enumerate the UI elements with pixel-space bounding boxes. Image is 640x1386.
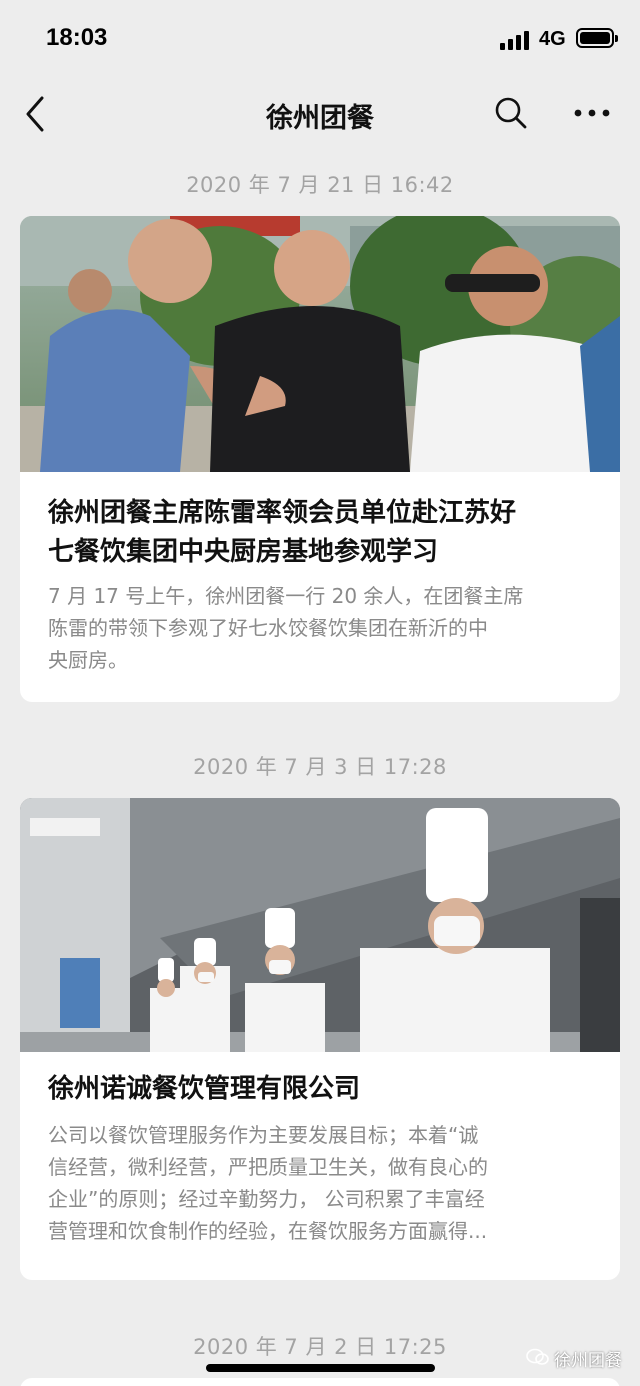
search-button[interactable] (492, 94, 530, 132)
article-summary-line: 陈雷的带领下参观了好七水饺餐饮集团在新沂的中 (48, 616, 488, 640)
home-indicator[interactable] (206, 1364, 435, 1372)
more-button[interactable] (572, 94, 612, 132)
article-title-line: 七餐饮集团中央厨房基地参观学习 (48, 537, 439, 567)
article-summary-line: 公司以餐饮管理服务作为主要发展目标；本着“诚 (48, 1123, 479, 1147)
nav-bar: 徐州团餐 (0, 78, 640, 150)
article-card[interactable]: 徐州团餐主席陈雷率领会员单位赴江苏好 七餐饮集团中央厨房基地参观学习 7 月 1… (20, 216, 620, 702)
search-icon (495, 97, 527, 129)
article-date: 2020 年 7 月 21 日 16:42 (186, 173, 454, 197)
signal-icon (500, 30, 532, 50)
article-summary-line: 营管理和饮食制作的经验，在餐饮服务方面赢得... (48, 1219, 488, 1243)
article-title-line: 徐州团餐主席陈雷率领会员单位赴江苏好 (48, 498, 517, 528)
article-summary-line: 央厨房。 (48, 648, 128, 672)
battery-icon (576, 28, 618, 48)
article-summary-line: 信经营，微利经营，严把质量卫生关，做有良心的 (48, 1155, 488, 1179)
article-cover-image (20, 216, 620, 472)
watermark-text: 徐州团餐 (554, 1351, 622, 1371)
network-label: 4G (539, 28, 566, 50)
article-title-line: 徐州诺诚餐饮管理有限公司 (48, 1074, 361, 1104)
wechat-icon (526, 1348, 549, 1365)
article-card[interactable] (20, 1378, 620, 1386)
article-summary-line: 企业”的原则；经过辛勤努力， 公司积累了丰富经 (48, 1187, 485, 1211)
article-cover-image (20, 798, 620, 1052)
page-title: 徐州团餐 (266, 103, 374, 134)
article-summary-line: 7 月 17 号上午，徐州团餐一行 20 余人，在团餐主席 (48, 584, 524, 608)
article-card[interactable]: 徐州诺诚餐饮管理有限公司 公司以餐饮管理服务作为主要发展目标；本着“诚 信经营，… (20, 798, 620, 1280)
status-bar: 18:03 4G (0, 0, 640, 78)
article-date: 2020 年 7 月 3 日 17:28 (193, 755, 447, 779)
more-dots-icon (574, 109, 610, 117)
status-time: 18:03 (46, 24, 108, 51)
